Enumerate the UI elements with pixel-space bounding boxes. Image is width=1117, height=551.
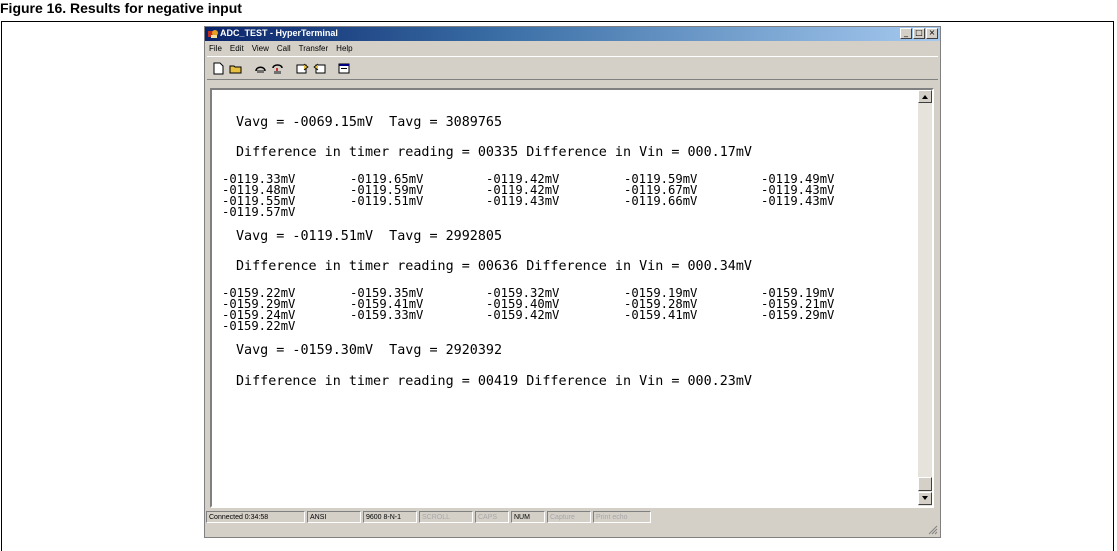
new-connection-icon xyxy=(213,62,224,74)
status-num: NUM xyxy=(511,511,545,523)
receive-button[interactable] xyxy=(312,61,327,76)
reading-value: -0119.66mV xyxy=(624,194,698,208)
status-capture: Capture xyxy=(547,511,591,523)
average-line: Vavg = -0159.30mV Tavg = 2920392 xyxy=(236,343,503,358)
open-button[interactable] xyxy=(228,61,243,76)
receive-icon xyxy=(313,63,326,73)
window-title: ADC_TEST - HyperTerminal xyxy=(220,28,338,38)
figure-title: Figure 16. Results for negative input xyxy=(0,0,242,16)
open-icon xyxy=(229,65,242,73)
scroll-up-button[interactable] xyxy=(918,90,932,103)
reading-value: -0119.51mV xyxy=(350,194,424,208)
status-scroll: SCROLL xyxy=(419,511,473,523)
reading-value: -0119.57mV xyxy=(222,205,296,219)
status-port-settings: 9600 8-N-1 xyxy=(363,511,417,523)
status-caps: CAPS xyxy=(475,511,509,523)
resize-grip-icon[interactable] xyxy=(928,525,938,535)
average-line: Vavg = -0069.15mV Tavg = 3089765 xyxy=(236,115,503,130)
minimize-button[interactable]: _ xyxy=(900,28,912,39)
menu-help[interactable]: Help xyxy=(336,42,352,55)
reading-value: -0159.41mV xyxy=(624,308,698,322)
reading-value: -0119.43mV xyxy=(486,194,560,208)
scroll-down-button[interactable] xyxy=(918,492,932,505)
properties-button[interactable] xyxy=(337,61,352,76)
send-button[interactable] xyxy=(295,61,310,76)
disconnect-button[interactable] xyxy=(270,61,285,76)
menu-file[interactable]: File xyxy=(209,42,222,55)
reading-value: -0159.42mV xyxy=(486,308,560,322)
difference-line: Difference in timer reading = 00419 Diff… xyxy=(236,374,752,389)
status-bar: Connected 0:34:58 ANSI 9600 8-N-1 SCROLL… xyxy=(206,511,938,524)
hyperterminal-app-icon xyxy=(208,30,218,38)
title-bar[interactable]: ADC_TEST - HyperTerminal _ □ × xyxy=(205,27,940,41)
connect-button[interactable] xyxy=(253,61,268,76)
send-icon xyxy=(296,63,309,73)
menu-edit[interactable]: Edit xyxy=(230,42,244,55)
disconnect-icon xyxy=(272,63,283,74)
menu-bar: File Edit View Call Transfer Help xyxy=(205,42,940,55)
average-line: Vavg = -0119.51mV Tavg = 2992805 xyxy=(236,229,503,244)
menu-transfer[interactable]: Transfer xyxy=(299,42,329,55)
status-connected: Connected 0:34:58 xyxy=(206,511,305,523)
terminal-content: Vavg = -0069.15mV Tavg = 3089765 Differen… xyxy=(212,90,918,506)
maximize-button[interactable]: □ xyxy=(913,28,925,39)
properties-icon xyxy=(338,63,350,73)
toolbar xyxy=(207,56,938,80)
reading-value: -0159.22mV xyxy=(222,319,296,333)
reading-value: -0159.33mV xyxy=(350,308,424,322)
menu-view[interactable]: View xyxy=(252,42,269,55)
difference-line: Difference in timer reading = 00636 Diff… xyxy=(236,259,752,274)
arrow-up-icon xyxy=(922,95,928,99)
scrollbar-thumb[interactable] xyxy=(918,477,932,491)
connect-icon xyxy=(255,66,266,73)
new-connection-button[interactable] xyxy=(211,61,226,76)
terminal-area[interactable]: Vavg = -0069.15mV Tavg = 3089765 Differen… xyxy=(210,88,934,508)
close-button[interactable]: × xyxy=(926,28,938,39)
difference-line: Difference in timer reading = 00335 Diff… xyxy=(236,145,752,160)
status-print-echo: Print echo xyxy=(593,511,651,523)
vertical-scrollbar[interactable] xyxy=(918,90,932,506)
menu-call[interactable]: Call xyxy=(277,42,291,55)
status-emulation: ANSI xyxy=(307,511,361,523)
arrow-down-icon xyxy=(922,496,928,500)
reading-value: -0119.43mV xyxy=(761,194,835,208)
hyperterminal-window: ADC_TEST - HyperTerminal _ □ × File Edit… xyxy=(204,26,941,538)
reading-value: -0159.29mV xyxy=(761,308,835,322)
